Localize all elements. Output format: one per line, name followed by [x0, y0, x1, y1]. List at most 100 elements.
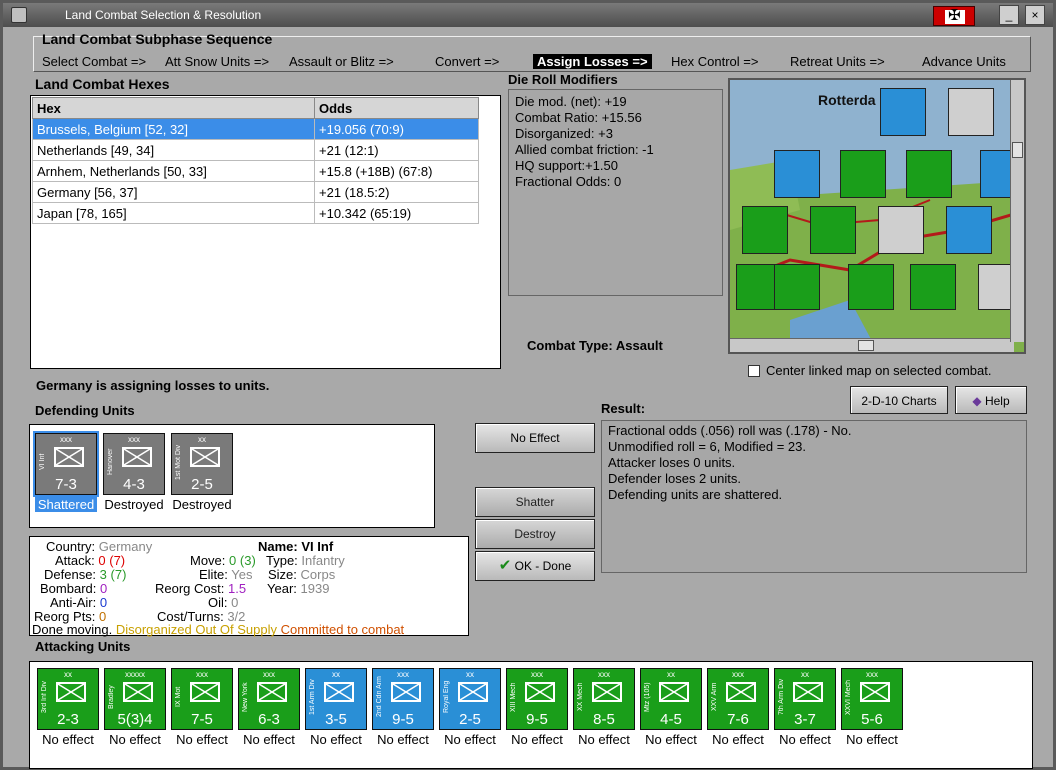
map-unit-counter[interactable] — [910, 264, 956, 310]
result-box: Fractional odds (.056) roll was (.178) -… — [601, 420, 1027, 573]
map-unit-counter[interactable] — [810, 206, 856, 254]
modifiers-title: Die Roll Modifiers — [508, 72, 618, 87]
step-convert: Convert => — [435, 54, 500, 69]
unit-counter[interactable]: xxx Hanover 4-3 — [103, 433, 165, 495]
value: 0 — [100, 581, 108, 596]
col-odds[interactable]: Odds — [314, 97, 479, 119]
info-defense: Defense: 3 (7) — [44, 568, 126, 582]
map-unit-counter[interactable] — [848, 264, 894, 310]
modifier-line: Die mod. (net): +19 — [515, 94, 627, 109]
unit-status: No effect — [779, 732, 831, 747]
value: 0 — [229, 553, 237, 568]
info-oil: Oil: 0 — [208, 596, 238, 610]
table-row[interactable]: Netherlands [49, 34] +21 (12:1) — [32, 139, 479, 161]
unit-counter[interactable]: xx 1st Mot Div 2-5 — [171, 433, 233, 495]
map-unit-counter[interactable] — [906, 150, 952, 198]
label: Year: — [267, 581, 297, 596]
charts-button[interactable]: 2-D-10 Charts — [850, 386, 948, 414]
ok-done-button[interactable]: ✔ OK - Done — [475, 551, 595, 581]
unit-status: No effect — [243, 732, 295, 747]
unit-counter[interactable]: xxx XXV Arm 7-6 — [707, 668, 769, 730]
label: Oil: — [208, 595, 228, 610]
shatter-button[interactable]: Shatter — [475, 487, 595, 517]
unit-counter[interactable]: xxx VI Inf 7-3 — [33, 431, 99, 497]
map-vscrollbar[interactable] — [1010, 80, 1024, 342]
modifier-line: Disorganized: +3 — [515, 126, 613, 141]
map-unit-counter[interactable] — [840, 150, 886, 198]
combat-type-value: Assault — [615, 338, 663, 353]
value: VI Inf — [301, 539, 334, 554]
status-committed: Committed to combat — [280, 622, 405, 637]
cell-odds: +10.342 (65:19) — [314, 202, 479, 224]
table-row[interactable]: Japan [78, 165] +10.342 (65:19) — [32, 202, 479, 224]
unit-counter[interactable]: xxx XIII Mech 9-5 — [506, 668, 568, 730]
unit-type-icon — [592, 682, 622, 702]
label: Name: — [258, 539, 298, 554]
checkmark-icon: ✔ — [498, 557, 512, 574]
cell-hex: Germany [56, 37] — [32, 181, 315, 203]
unit-strength: 2-5 — [459, 711, 481, 728]
col-hex[interactable]: Hex — [32, 97, 315, 119]
step-advance: Advance Units — [922, 54, 1006, 69]
unit-counter[interactable]: xx 3rd Inf Div 2-3 — [37, 668, 99, 730]
help-button[interactable]: ◆ Help — [955, 386, 1027, 414]
label: Country: — [46, 539, 96, 554]
map-target-counter[interactable] — [948, 88, 994, 136]
modifier-line: Allied combat friction: -1 — [515, 142, 654, 157]
unit-strength: 9-5 — [526, 711, 548, 728]
hexes-table: Hex Odds Brussels, Belgium [52, 32] +19.0… — [32, 97, 479, 224]
unit-counter[interactable]: xx 7th Arm Div 3-7 — [774, 668, 836, 730]
unit-strength: 2-5 — [191, 476, 213, 493]
table-row[interactable]: Arnhem, Netherlands [50, 33] +15.8 (+18B)… — [32, 160, 479, 182]
unit-type-icon — [190, 682, 220, 702]
unit-counter[interactable]: xx 1st Arm Div 3-5 — [305, 668, 367, 730]
map-unit-counter[interactable] — [774, 264, 820, 310]
label: Reorg Cost: — [155, 581, 225, 596]
status-message: Germany is assigning losses to units. — [36, 378, 270, 393]
system-menu-icon[interactable] — [11, 7, 27, 23]
unit-counter[interactable]: xxx XXVI Mech 5-6 — [841, 668, 903, 730]
map-unit-counter[interactable] — [742, 206, 788, 254]
step-att-snow: Att Snow Units => — [165, 54, 270, 69]
map-target-counter[interactable] — [878, 206, 924, 254]
map-vscroll-thumb[interactable] — [1012, 142, 1023, 158]
no-effect-button[interactable]: No Effect — [475, 423, 595, 453]
map-unit-counter[interactable] — [774, 150, 820, 198]
cell-hex: Brussels, Belgium [52, 32] — [32, 118, 315, 140]
unit-counter[interactable]: xx Mtz (105) 4-5 — [640, 668, 702, 730]
info-attack: Attack: 0 (7) — [55, 554, 125, 568]
close-icon[interactable]: × — [1025, 5, 1045, 25]
info-type: Type: Infantry — [266, 554, 345, 568]
status-supply: Out Of Supply — [195, 622, 277, 637]
table-row[interactable]: Germany [56, 37] +21 (18.5:2) — [32, 181, 479, 203]
unit-strength: 4-3 — [123, 476, 145, 493]
label: Bombard: — [40, 581, 97, 596]
unit-counter[interactable]: xxx New York 6-3 — [238, 668, 300, 730]
cell-odds: +19.056 (70:9) — [314, 118, 479, 140]
destroy-button[interactable]: Destroy — [475, 519, 595, 549]
map-hscroll-thumb[interactable] — [858, 340, 874, 351]
unit-counter[interactable]: xxxxx Bradley 5(3)4 — [104, 668, 166, 730]
unit-counter[interactable]: xxx XX Mech 8-5 — [573, 668, 635, 730]
label: Defense: — [44, 567, 97, 582]
center-map-checkbox[interactable] — [748, 365, 760, 377]
map-unit-counter[interactable] — [946, 206, 992, 254]
unit-type-icon — [257, 682, 287, 702]
map-hscrollbar[interactable] — [730, 338, 1014, 352]
value: 1.5 — [228, 581, 247, 596]
unit-counter[interactable]: xxx 2nd Cdn Arm 9-5 — [372, 668, 434, 730]
cell-odds: +21 (12:1) — [314, 139, 479, 161]
step-select-combat: Select Combat => — [42, 54, 147, 69]
map-unit-counter[interactable] — [880, 88, 926, 136]
unit-counter[interactable]: xx Royal Eng 2-5 — [439, 668, 501, 730]
table-row[interactable]: Brussels, Belgium [52, 32] +19.056 (70:9) — [32, 118, 479, 140]
unit-counter[interactable]: xxx IX Mot 7-5 — [171, 668, 233, 730]
minimize-icon[interactable]: _ — [999, 5, 1019, 25]
unit-strength: 5(3)4 — [117, 711, 153, 728]
info-year: Year: 1939 — [267, 582, 329, 596]
linked-map[interactable]: Rotterda — [728, 78, 1026, 354]
unit-status: No effect — [444, 732, 496, 747]
label: Size: — [268, 567, 297, 582]
label: Move: — [190, 553, 226, 568]
unit-type-icon — [726, 682, 756, 702]
